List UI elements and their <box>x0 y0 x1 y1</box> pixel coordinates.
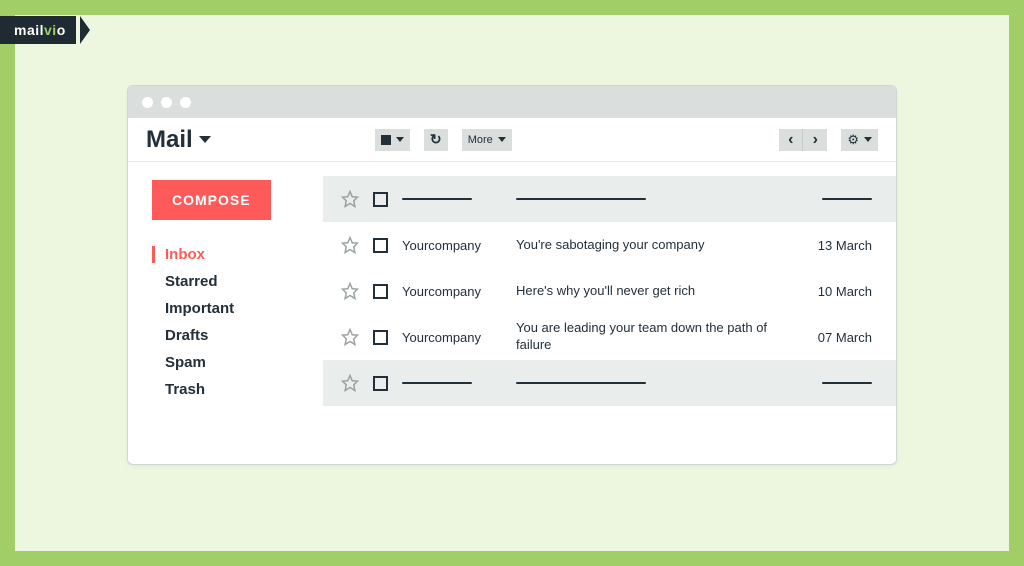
brand-text-3: o <box>57 22 66 38</box>
caret-down-icon <box>199 136 211 143</box>
prev-page-button[interactable] <box>779 129 803 151</box>
sidebar-folder-spam[interactable]: Spam <box>152 354 323 371</box>
subject-placeholder <box>516 198 798 200</box>
mail-dropdown-label: Mail <box>146 126 193 154</box>
more-dropdown-button[interactable]: More <box>462 129 512 151</box>
message-date: 07 March <box>812 330 872 345</box>
sender-placeholder <box>402 198 502 200</box>
caret-down-icon <box>396 137 404 142</box>
message-date: 10 March <box>812 284 872 299</box>
mail-window: Mail More COMP <box>127 85 897 465</box>
settings-dropdown-button[interactable] <box>841 129 878 151</box>
window-dot[interactable] <box>142 97 153 108</box>
select-dropdown-button[interactable] <box>375 129 410 151</box>
sidebar-folder-trash[interactable]: Trash <box>152 381 323 398</box>
window-dot[interactable] <box>180 97 191 108</box>
date-placeholder <box>812 198 872 200</box>
star-icon[interactable] <box>341 328 359 346</box>
star-icon[interactable] <box>341 374 359 392</box>
message-sender: Yourcompany <box>402 284 502 299</box>
sender-placeholder <box>402 382 502 384</box>
star-icon[interactable] <box>341 282 359 300</box>
checkbox[interactable] <box>373 192 388 207</box>
message-subject: You are leading your team down the path … <box>516 320 798 354</box>
caret-down-icon <box>498 137 506 142</box>
message-row[interactable]: Yourcompany You are leading your team dow… <box>323 314 896 360</box>
checkbox[interactable] <box>373 284 388 299</box>
brand-text-1: mail <box>14 22 44 38</box>
brand-logo: mailvio <box>0 16 76 44</box>
mail-dropdown[interactable]: Mail <box>146 126 211 154</box>
checkbox[interactable] <box>373 238 388 253</box>
sidebar-folder-inbox[interactable]: Inbox <box>152 246 323 263</box>
sidebar-folder-starred[interactable]: Starred <box>152 273 323 290</box>
sidebar: COMPOSE Inbox Starred Important Drafts Spam T… <box>128 162 323 464</box>
caret-down-icon <box>864 137 872 142</box>
more-label: More <box>468 134 493 146</box>
select-box-icon <box>381 135 391 145</box>
checkbox[interactable] <box>373 376 388 391</box>
gear-icon <box>847 132 859 148</box>
date-placeholder <box>812 382 872 384</box>
star-icon[interactable] <box>341 236 359 254</box>
message-list: Yourcompany You're sabotaging your compan… <box>323 162 896 464</box>
sidebar-folder-drafts[interactable]: Drafts <box>152 327 323 344</box>
message-row <box>323 176 896 222</box>
star-icon[interactable] <box>341 190 359 208</box>
sidebar-folder-important[interactable]: Important <box>152 300 323 317</box>
message-subject: You're sabotaging your company <box>516 237 798 254</box>
brand-text-2: vi <box>44 22 57 38</box>
subject-placeholder <box>516 382 798 384</box>
message-sender: Yourcompany <box>402 330 502 345</box>
checkbox[interactable] <box>373 330 388 345</box>
refresh-button[interactable] <box>424 129 448 151</box>
message-row <box>323 360 896 406</box>
message-row[interactable]: Yourcompany You're sabotaging your compan… <box>323 222 896 268</box>
window-dot[interactable] <box>161 97 172 108</box>
message-subject: Here's why you'll never get rich <box>516 283 798 300</box>
message-row[interactable]: Yourcompany Here's why you'll never get r… <box>323 268 896 314</box>
next-page-button[interactable] <box>803 129 827 151</box>
message-date: 13 March <box>812 238 872 253</box>
compose-button[interactable]: COMPOSE <box>152 180 271 220</box>
toolbar: Mail More <box>128 118 896 162</box>
window-titlebar <box>128 86 896 118</box>
message-sender: Yourcompany <box>402 238 502 253</box>
